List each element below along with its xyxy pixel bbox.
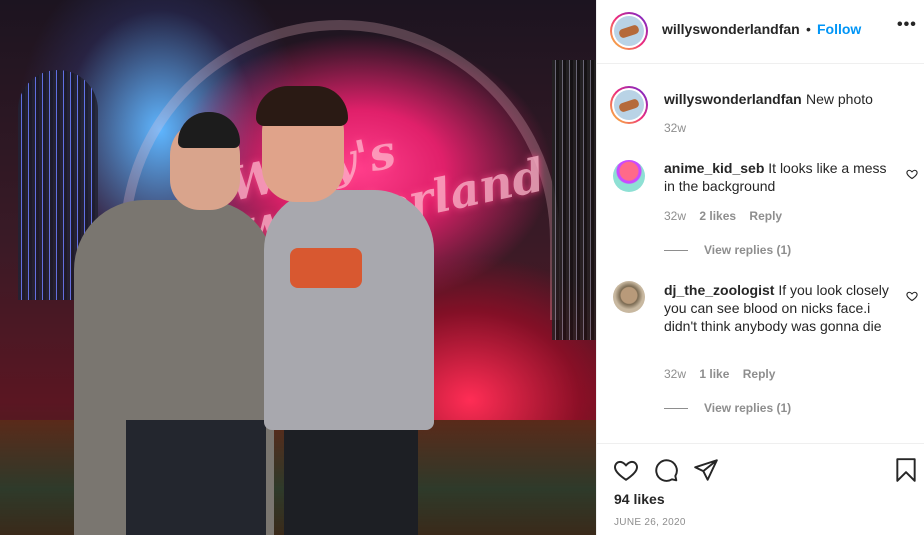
comment-icon[interactable] <box>653 457 679 483</box>
header-username[interactable]: willyswonderlandfan <box>662 21 800 37</box>
person-left-legs <box>126 420 266 535</box>
comment-time: 32w <box>664 367 687 381</box>
separator-dot: • <box>806 21 811 37</box>
reply-button[interactable]: Reply <box>749 209 782 223</box>
view-replies-button[interactable]: View replies (1) <box>664 401 791 415</box>
post-photo[interactable]: Willy's Wonderland <box>0 0 596 535</box>
comment-likes[interactable]: 1 like <box>699 367 729 381</box>
post-header: willyswonderlandfan • Follow ••• <box>597 0 924 64</box>
person-right-hair <box>256 86 348 126</box>
avatar[interactable] <box>610 12 648 50</box>
shirt-logo <box>290 248 362 288</box>
replies-line <box>664 408 688 410</box>
bookmark-icon[interactable] <box>893 457 919 483</box>
follow-button[interactable]: Follow <box>817 21 861 37</box>
caption-avatar[interactable] <box>610 86 648 124</box>
comment-username[interactable]: anime_kid_seb <box>664 160 764 176</box>
comment-like-icon[interactable] <box>906 168 918 180</box>
comment-like-icon[interactable] <box>906 290 918 302</box>
avatar-image <box>614 16 644 46</box>
comment-meta: 32w 1 like Reply <box>664 367 785 381</box>
post-actions: 94 likes JUNE 26, 2020 <box>597 443 924 535</box>
replies-line <box>664 250 688 252</box>
comment-meta: 32w 2 likes Reply <box>664 209 792 223</box>
comment-username[interactable]: dj_the_zoologist <box>664 282 774 298</box>
heart-icon[interactable] <box>613 457 639 483</box>
post-date[interactable]: JUNE 26, 2020 <box>614 517 686 528</box>
caption-username[interactable]: willyswonderlandfan <box>664 91 802 107</box>
caption-avatar-image <box>614 90 644 120</box>
likes-count[interactable]: 94 likes <box>614 491 665 507</box>
more-options-icon[interactable]: ••• <box>897 16 917 34</box>
view-replies-button[interactable]: View replies (1) <box>664 243 791 257</box>
comment-likes[interactable]: 2 likes <box>699 209 736 223</box>
view-replies-label: View replies (1) <box>704 401 792 415</box>
comment-time: 32w <box>664 209 687 223</box>
caption-text: New photo <box>806 91 873 107</box>
comment-body: dj_the_zoologist If you look closely you… <box>664 281 896 335</box>
reply-button[interactable]: Reply <box>743 367 776 381</box>
caption-time: 32w <box>664 121 687 135</box>
comment-body: anime_kid_seb It looks like a mess in th… <box>664 159 896 195</box>
comment-avatar[interactable] <box>613 160 645 192</box>
share-icon[interactable] <box>693 457 719 483</box>
view-replies-label: View replies (1) <box>704 243 792 257</box>
post-side-panel: willyswonderlandfan • Follow ••• willysw… <box>596 0 924 535</box>
person-right-body <box>264 190 434 430</box>
person-right-legs <box>284 430 418 535</box>
comment-avatar[interactable] <box>613 281 645 313</box>
comments-section[interactable]: willyswonderlandfan New photo 32w anime_… <box>597 65 924 443</box>
